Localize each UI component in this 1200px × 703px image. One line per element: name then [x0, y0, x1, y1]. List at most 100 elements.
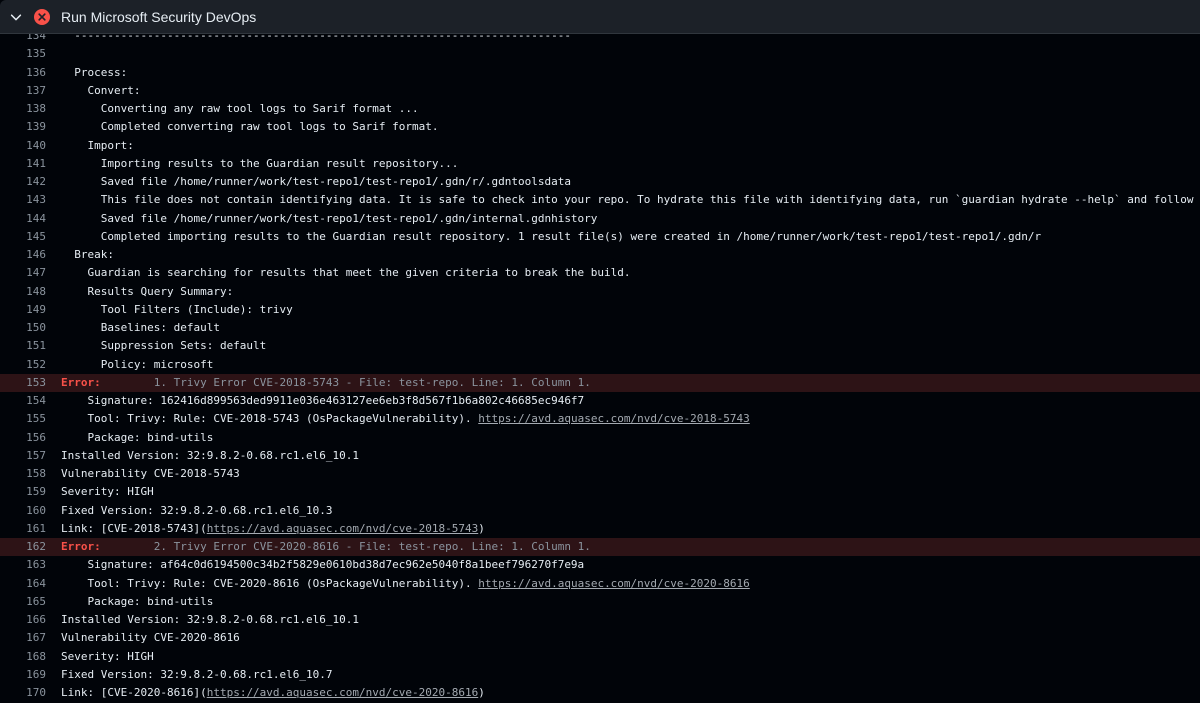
- line-text: Severity: HIGH: [61, 648, 154, 666]
- log-line: 135: [0, 45, 1200, 63]
- log-line: 170 Link: [CVE-2020-8616](https://avd.aqu…: [0, 684, 1200, 702]
- line-number[interactable]: 141: [0, 155, 46, 173]
- line-text: Installed Version: 32:9.8.2-0.68.rc1.el6…: [61, 611, 359, 629]
- log-line: 143 This file does not contain identifyi…: [0, 191, 1200, 209]
- line-number[interactable]: 142: [0, 173, 46, 191]
- step-header[interactable]: Run Microsoft Security DevOps: [0, 0, 1200, 34]
- log-line: 169 Fixed Version: 32:9.8.2-0.68.rc1.el6_…: [0, 666, 1200, 684]
- log-line: 145 Completed importing results to the G…: [0, 228, 1200, 246]
- line-number[interactable]: 150: [0, 319, 46, 337]
- log-line-error: 153 Error: 1. Trivy Error CVE-2018-5743 -…: [0, 373, 1200, 392]
- line-content: Import:: [61, 138, 134, 152]
- cve-link[interactable]: https://avd.aquasec.com/nvd/cve-2018-574…: [478, 412, 750, 425]
- line-number[interactable]: 135: [0, 45, 46, 63]
- line-number[interactable]: 156: [0, 429, 46, 447]
- line-number[interactable]: 137: [0, 82, 46, 100]
- line-content: Tool: Trivy: Rule: CVE-2020-8616 (OsPack…: [61, 576, 479, 590]
- line-number[interactable]: 170: [0, 684, 46, 702]
- line-text: Tool: Trivy: Rule: CVE-2018-5743 (OsPack…: [61, 410, 750, 428]
- line-text: Importing results to the Guardian result…: [61, 155, 459, 173]
- line-number[interactable]: 144: [0, 210, 46, 228]
- line-content: Policy: microsoft: [61, 357, 214, 371]
- line-number[interactable]: 161: [0, 520, 46, 538]
- line-text: Saved file /home/runner/work/test-repo1/…: [61, 210, 598, 228]
- line-number[interactable]: 164: [0, 575, 46, 593]
- line-content: Completed importing results to the Guard…: [61, 229, 1042, 243]
- log-line: 160 Fixed Version: 32:9.8.2-0.68.rc1.el6_…: [0, 502, 1200, 520]
- line-content: Tool: Trivy: Rule: CVE-2018-5743 (OsPack…: [61, 412, 479, 426]
- line-number[interactable]: 152: [0, 356, 46, 374]
- line-number[interactable]: 162: [0, 538, 46, 556]
- line-number[interactable]: 136: [0, 64, 46, 82]
- line-content: Severity: HIGH: [61, 485, 154, 499]
- line-number[interactable]: 153: [0, 374, 46, 392]
- line-content: ----------------------------------------…: [61, 34, 571, 42]
- line-number[interactable]: 145: [0, 228, 46, 246]
- log-line: 147 Guardian is searching for results th…: [0, 264, 1200, 282]
- line-number[interactable]: 168: [0, 648, 46, 666]
- line-content: Fixed Version: 32:9.8.2-0.68.rc1.el6_10.…: [61, 667, 333, 681]
- x-circle-icon: [34, 9, 50, 25]
- line-text: Results Query Summary:: [61, 283, 233, 301]
- log-output: 134 ------------------------------------…: [0, 34, 1200, 703]
- line-text: Baselines: default: [61, 319, 220, 337]
- error-message: 1. Trivy Error CVE-2018-5743 - File: tes…: [100, 375, 591, 389]
- log-line: 167 Vulnerability CVE-2020-8616: [0, 629, 1200, 647]
- line-content: This file does not contain identifying d…: [61, 193, 1200, 207]
- line-number[interactable]: 140: [0, 137, 46, 155]
- line-number[interactable]: 160: [0, 502, 46, 520]
- line-content: Saved file /home/runner/work/test-repo1/…: [61, 211, 598, 225]
- line-number[interactable]: 154: [0, 392, 46, 410]
- line-number[interactable]: 134: [0, 34, 46, 45]
- line-number[interactable]: 139: [0, 118, 46, 136]
- line-content: Signature: af64c0d6194500c34b2f5829e0610…: [61, 558, 585, 572]
- line-number[interactable]: 151: [0, 337, 46, 355]
- line-content: Vulnerability CVE-2020-8616: [61, 631, 240, 645]
- chevron-down-icon[interactable]: [9, 10, 23, 24]
- log-line: 146 Break:: [0, 246, 1200, 264]
- line-number[interactable]: 138: [0, 100, 46, 118]
- line-number[interactable]: 143: [0, 191, 46, 209]
- log-line: 165 Package: bind-utils: [0, 593, 1200, 611]
- log-line: 158 Vulnerability CVE-2018-5743: [0, 465, 1200, 483]
- line-number[interactable]: 149: [0, 301, 46, 319]
- line-number[interactable]: 148: [0, 283, 46, 301]
- line-text: This file does not contain identifying d…: [61, 191, 1200, 209]
- line-content: Suppression Sets: default: [61, 339, 267, 353]
- line-number[interactable]: 163: [0, 556, 46, 574]
- line-content: Process:: [61, 65, 128, 79]
- cve-link[interactable]: https://avd.aquasec.com/nvd/cve-2020-861…: [478, 577, 750, 590]
- line-text: Vulnerability CVE-2018-5743: [61, 465, 240, 483]
- line-number[interactable]: 159: [0, 483, 46, 501]
- line-text: Vulnerability CVE-2020-8616: [61, 629, 240, 647]
- line-text: Package: bind-utils: [61, 593, 213, 611]
- log-line: 139 Completed converting raw tool logs t…: [0, 118, 1200, 136]
- line-number[interactable]: 166: [0, 611, 46, 629]
- line-content: Severity: HIGH: [61, 649, 154, 663]
- line-number[interactable]: 147: [0, 264, 46, 282]
- log-line-error: 162 Error: 2. Trivy Error CVE-2020-8616 -…: [0, 538, 1200, 557]
- line-suffix: ): [478, 686, 485, 699]
- line-text: Severity: HIGH: [61, 483, 154, 501]
- line-content: Link: [CVE-2020-8616](: [61, 686, 207, 699]
- log-line: 137 Convert:: [0, 82, 1200, 100]
- line-text: Convert:: [61, 82, 140, 100]
- line-content: Fixed Version: 32:9.8.2-0.68.rc1.el6_10.…: [61, 503, 333, 517]
- line-text: Tool Filters (Include): trivy: [61, 301, 293, 319]
- line-number[interactable]: 158: [0, 465, 46, 483]
- line-suffix: ): [478, 521, 485, 535]
- log-line: 164 Tool: Trivy: Rule: CVE-2020-8616 (Os…: [0, 575, 1200, 593]
- cve-link[interactable]: https://avd.aquasec.com/nvd/cve-2020-861…: [207, 686, 479, 699]
- log-line: 141 Importing results to the Guardian re…: [0, 155, 1200, 173]
- line-content: Tool Filters (Include): trivy: [61, 302, 293, 316]
- cve-link[interactable]: https://avd.aquasec.com/nvd/cve-2018-574…: [207, 522, 479, 535]
- line-number[interactable]: 169: [0, 666, 46, 684]
- line-number[interactable]: 155: [0, 410, 46, 428]
- line-number[interactable]: 165: [0, 593, 46, 611]
- line-number[interactable]: 167: [0, 629, 46, 647]
- line-number[interactable]: 146: [0, 246, 46, 264]
- line-content: Package: bind-utils: [61, 594, 214, 608]
- line-content: Saved file /home/runner/work/test-repo1/…: [61, 175, 571, 188]
- log-line: 148 Results Query Summary:: [0, 283, 1200, 301]
- line-number[interactable]: 157: [0, 447, 46, 465]
